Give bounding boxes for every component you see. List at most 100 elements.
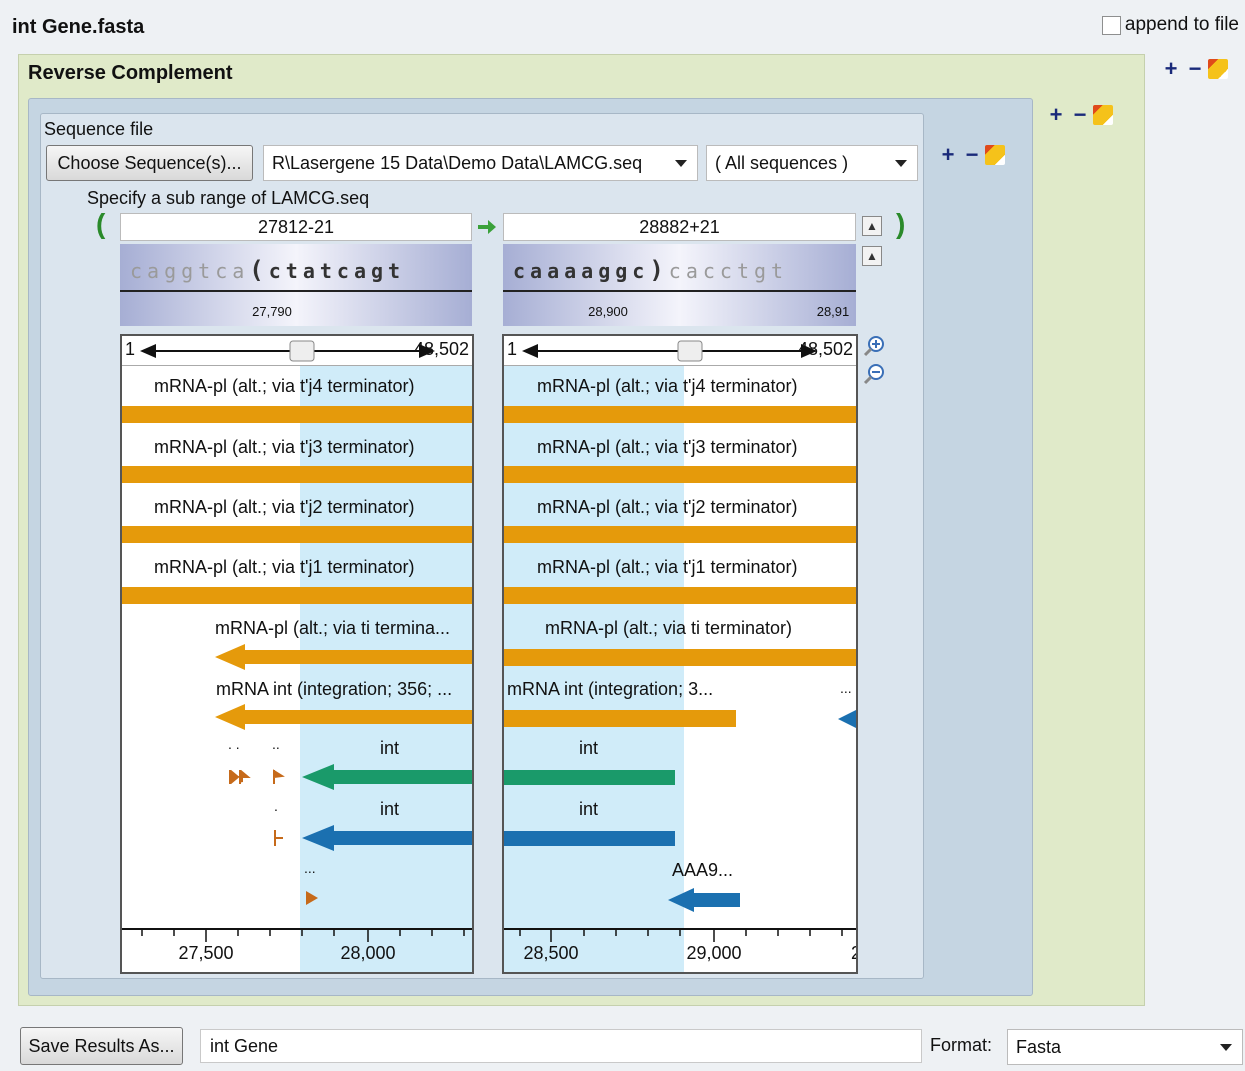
remove-icon[interactable]: −: [961, 142, 983, 167]
feature-label: int: [579, 738, 599, 758]
feature-label: . .: [228, 736, 240, 752]
save-results-button[interactable]: Save Results As...: [20, 1027, 183, 1065]
right-seq-dim: cacctgt: [668, 259, 789, 283]
feature-label: mRNA-pl (alt.; via t'j2 terminator): [537, 497, 798, 517]
feature-bar[interactable]: [504, 526, 856, 543]
feature-label: ..: [272, 736, 280, 752]
int-gene-bar[interactable]: [504, 770, 675, 785]
right-feature-map[interactable]: 1 48,502 mRNA-pl (alt.; via t'j4 termina…: [502, 334, 858, 974]
int-gene-arrow[interactable]: [302, 823, 474, 853]
scroll-up-icon[interactable]: ▲: [862, 246, 882, 266]
ruler-label: 28,900: [588, 304, 628, 319]
feature-label: mRNA int (integration; 356; ...: [216, 679, 453, 699]
ruler-line: [503, 290, 856, 292]
left-sequence-text: caggtca(ctatcagt: [130, 256, 405, 284]
feature-arrow[interactable]: [838, 708, 858, 730]
sequence-path-select[interactable]: R\Lasergene 15 Data\Demo Data\LAMCG.seq: [263, 145, 698, 181]
feature-label: mRNA-pl (alt.; via ti termina...: [215, 618, 451, 638]
axis-label: 28,500: [523, 943, 579, 963]
ruler-label: 28,91: [816, 304, 850, 319]
small-feature-mark: [274, 830, 283, 846]
feature-label: AAA9...: [672, 860, 734, 880]
open-paren: (: [96, 208, 106, 239]
append-to-file-checkbox[interactable]: append to file: [1101, 14, 1239, 36]
feature-bar[interactable]: [504, 587, 856, 604]
feature-bar[interactable]: [122, 406, 472, 423]
left-sequence-strip: caggtca(ctatcagt 27,790: [120, 244, 472, 326]
edit-pencil-icon[interactable]: [985, 145, 1005, 165]
remove-icon[interactable]: −: [1184, 56, 1206, 81]
axis-ticks: [504, 928, 856, 942]
range-start: 1: [507, 339, 518, 359]
feature-bar[interactable]: [122, 587, 472, 604]
checkbox-box[interactable]: [1101, 15, 1121, 35]
range-slider[interactable]: 1 48,502: [504, 336, 856, 366]
right-axis: 28,500 29,000 2: [504, 928, 856, 972]
left-axis: 27,500 28,000: [122, 928, 472, 972]
range-start: 1: [125, 339, 136, 359]
window-title: int Gene.fasta: [12, 16, 145, 38]
remove-icon[interactable]: −: [1069, 102, 1091, 127]
feature-bar[interactable]: [122, 526, 472, 543]
outer-edit-controls: + −: [1160, 56, 1228, 81]
add-icon[interactable]: +: [937, 142, 959, 167]
ruler-line: [120, 290, 472, 292]
left-seq-bold: ctatcagt: [268, 259, 406, 283]
feature-label: ...: [304, 860, 316, 876]
path-text: R\Lasergene 15 Data\Demo Data\LAMCG.seq: [272, 152, 643, 173]
range-slider-track[interactable]: [522, 340, 817, 362]
left-feature-map[interactable]: 1 48,502 mRNA-pl (alt.; via t'j4 termina…: [120, 334, 474, 974]
close-paren: ): [896, 208, 906, 239]
sequence-filter-select[interactable]: ( All sequences ): [706, 145, 918, 181]
append-label: append to file: [1124, 14, 1239, 35]
add-icon[interactable]: +: [1160, 56, 1182, 81]
right-position-input[interactable]: 28882+21: [503, 213, 856, 241]
feature-bar[interactable]: [504, 466, 856, 483]
int-gene-bar[interactable]: [504, 831, 675, 846]
arrow-right-icon: [478, 220, 496, 234]
range-slider[interactable]: 1 48,502: [122, 336, 472, 366]
edit-pencil-icon[interactable]: [1093, 105, 1113, 125]
add-icon[interactable]: +: [1045, 102, 1067, 127]
feature-label: mRNA-pl (alt.; via t'j1 terminator): [154, 557, 415, 577]
format-select[interactable]: Fasta: [1007, 1029, 1243, 1065]
right-seq-bold: caaaaggc: [513, 259, 650, 283]
small-feature-mark: [306, 891, 318, 905]
sequence-file-label: Sequence file: [44, 119, 154, 139]
left-position-input[interactable]: 27812-21: [120, 213, 472, 241]
right-seq-paren: ): [649, 256, 669, 284]
range-slider-track[interactable]: [140, 340, 435, 362]
feature-bar[interactable]: [504, 649, 856, 666]
range-end: 48,502: [797, 339, 853, 359]
feature-bar[interactable]: [504, 406, 856, 423]
axis-label: 2: [851, 943, 856, 964]
output-name-input[interactable]: int Gene: [200, 1029, 922, 1063]
zoom-out-icon[interactable]: [862, 362, 886, 386]
feature-arrow[interactable]: [215, 642, 474, 672]
left-seq-dim: caggtca: [130, 259, 250, 283]
chevron-down-icon: [675, 160, 687, 167]
aaa-feature-arrow[interactable]: [668, 886, 740, 914]
format-value: Fasta: [1016, 1036, 1062, 1057]
right-sequence-strip: caaaaggc)cacctgt 28,900 28,91: [503, 244, 856, 326]
int-gene-arrow[interactable]: [302, 762, 474, 792]
left-seq-paren: (: [249, 256, 269, 284]
feature-label: mRNA-pl (alt.; via t'j4 terminator): [154, 376, 415, 396]
feature-label: int: [380, 799, 400, 819]
feature-arrow[interactable]: [215, 702, 474, 732]
feature-label: int: [579, 799, 599, 819]
feature-bar[interactable]: [504, 710, 736, 727]
edit-pencil-icon[interactable]: [1208, 59, 1228, 79]
feature-bar[interactable]: [122, 466, 472, 483]
axis-ticks: [122, 928, 472, 942]
filter-text: ( All sequences ): [715, 152, 849, 173]
scroll-up-icon[interactable]: ▲: [862, 216, 882, 236]
operation-edit-controls: + −: [1045, 102, 1113, 127]
choose-sequence-button[interactable]: Choose Sequence(s)...: [46, 145, 253, 181]
zoom-in-icon[interactable]: [862, 334, 886, 358]
right-sequence-text: caaaaggc)cacctgt: [513, 256, 788, 284]
feature-label: mRNA-pl (alt.; via t'j1 terminator): [537, 557, 798, 577]
format-label: Format:: [930, 1035, 993, 1055]
panel-title: Reverse Complement: [28, 62, 233, 84]
range-end: 48,502: [413, 339, 469, 359]
